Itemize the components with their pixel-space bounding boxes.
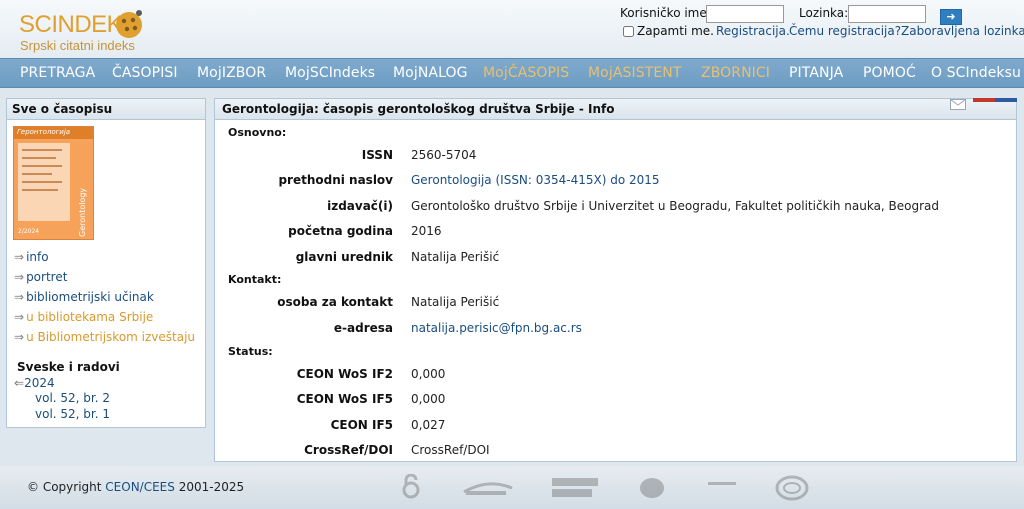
crosscheck-icon bbox=[552, 478, 598, 497]
value-ceon-if5: 0,027 bbox=[411, 418, 446, 432]
cover-line bbox=[22, 181, 62, 183]
cover-title: Геронтологија bbox=[17, 128, 71, 136]
register-link[interactable]: Registracija. bbox=[716, 24, 790, 38]
value-crossref: CrossRef/DOI bbox=[411, 443, 490, 457]
nav-pitanja[interactable]: PITANJA bbox=[789, 65, 843, 81]
nav-mojscindeks[interactable]: MojSCIndeks bbox=[285, 65, 375, 81]
value-start-year: 2016 bbox=[411, 224, 442, 238]
site-footer: © Copyright CEON/CEES 2001-2025 bbox=[0, 466, 1024, 509]
elephant-icon bbox=[640, 478, 664, 498]
sidebar-link-libraries[interactable]: ⇒ u bibliotekama Srbije bbox=[14, 310, 153, 324]
value-editor: Natalija Perišić bbox=[411, 250, 500, 264]
value-wos-if2: 0,000 bbox=[411, 367, 446, 381]
journal-info-panel: Gerontologija: časopis gerontološkog dru… bbox=[214, 98, 1017, 462]
nav-casopisi[interactable]: ČASOPISI bbox=[112, 65, 178, 81]
copyright: © Copyright CEON/CEES 2001-2025 bbox=[27, 480, 245, 494]
nav-mojcasopis[interactable]: MojČASOPIS bbox=[483, 65, 569, 81]
volume-link[interactable]: vol. 52, br. 1 bbox=[35, 407, 110, 421]
login-button[interactable]: ➜ bbox=[940, 9, 962, 25]
arrow-right-icon: ⇒ bbox=[14, 310, 25, 324]
label-start-year: početna godina bbox=[288, 224, 393, 238]
arrow-right-icon: ⇒ bbox=[14, 330, 25, 344]
nav-pomoc[interactable]: POMOĆ bbox=[863, 65, 916, 81]
label-issn: ISSN bbox=[361, 148, 393, 162]
nav-zbornici[interactable]: ZBORNICI bbox=[701, 65, 770, 81]
main-nav: PRETRAGA ČASOPISI MojIZBOR MojSCIndeks M… bbox=[0, 58, 1024, 88]
section-basic: Osnovno: bbox=[228, 126, 287, 139]
value-wos-if5: 0,000 bbox=[411, 392, 446, 406]
issues-heading: Sveske i radovi bbox=[17, 360, 120, 374]
label-prev-title: prethodni naslov bbox=[278, 173, 393, 187]
arrow-right-icon: ⇒ bbox=[14, 290, 25, 304]
cover-line bbox=[22, 157, 56, 159]
label-publisher: izdavač(i) bbox=[327, 199, 393, 213]
cover-issue: 2/2024 bbox=[18, 228, 40, 235]
cobiss-icon bbox=[708, 482, 736, 485]
site-header: SCINDEKS Srpski citatni indeks Korisničk… bbox=[0, 0, 1024, 58]
volume-link[interactable]: vol. 52, br. 2 bbox=[35, 391, 110, 405]
nav-mojnalog[interactable]: MojNALOG bbox=[393, 65, 468, 81]
label-ceon-if5: CEON IF5 bbox=[330, 418, 393, 432]
sidebar-title: Sve o časopisu bbox=[7, 99, 205, 120]
password-label: Lozinka: bbox=[799, 6, 849, 20]
password-input[interactable] bbox=[848, 5, 926, 23]
nav-o-scindeksu[interactable]: O SCIndeksu bbox=[931, 65, 1021, 81]
username-input[interactable] bbox=[706, 5, 784, 23]
year-2024-toggle[interactable]: ⇐2024 bbox=[14, 376, 55, 390]
journal-cover[interactable]: Геронтологија Gerontology 2/2024 bbox=[13, 126, 94, 240]
open-access-icon bbox=[402, 474, 420, 499]
nav-mojasistent[interactable]: MojASISTENT bbox=[588, 65, 682, 81]
label-editor: glavni urednik bbox=[295, 250, 393, 264]
username-label: Korisničko ime: bbox=[620, 6, 711, 20]
arrow-right-icon: ⇒ bbox=[14, 270, 25, 284]
value-issn: 2560-5704 bbox=[411, 148, 477, 162]
remember-me[interactable]: Zapamti me. bbox=[623, 24, 714, 38]
forgot-password-link[interactable]: Zaboravljena lozinka! bbox=[901, 24, 1024, 38]
cover-line bbox=[22, 165, 62, 167]
sidebar-link-report[interactable]: ⇒ u Bibliometrijskom izveštaju bbox=[14, 330, 195, 344]
arrow-left-icon: ⇐ bbox=[14, 376, 25, 390]
cover-vertical-title: Gerontology bbox=[78, 187, 87, 237]
language-flags-icon[interactable] bbox=[973, 98, 1017, 102]
ceon-link[interactable]: CEON/CEES bbox=[105, 480, 175, 494]
ladybug-icon bbox=[116, 10, 142, 38]
arrow-right-icon: ⇒ bbox=[14, 250, 25, 264]
nav-pretraga[interactable]: PRETRAGA bbox=[20, 65, 95, 81]
label-contact-person: osoba za kontakt bbox=[277, 295, 393, 309]
page-title: Gerontologija: časopis gerontološkog dru… bbox=[215, 99, 1016, 120]
remember-checkbox[interactable] bbox=[623, 25, 634, 37]
crossref-icon bbox=[463, 482, 513, 495]
journal-sidebar: Sve o časopisu Геронтологија Gerontology… bbox=[6, 98, 206, 428]
site-tagline: Srpski citatni indeks bbox=[20, 38, 135, 53]
envelope-icon[interactable] bbox=[950, 99, 966, 110]
sidebar-link-bibliometric[interactable]: ⇒ bibliometrijski učinak bbox=[14, 290, 154, 304]
label-crossref: CrossRef/DOI bbox=[304, 443, 393, 457]
why-register-link[interactable]: Čemu registracija? bbox=[789, 24, 901, 38]
cover-line bbox=[22, 173, 52, 175]
cover-contents bbox=[18, 143, 70, 221]
section-status: Status: bbox=[228, 345, 273, 358]
sidebar-link-info[interactable]: ⇒ info bbox=[14, 250, 49, 264]
sidebar-link-portret[interactable]: ⇒ portret bbox=[14, 270, 67, 284]
cover-line bbox=[22, 189, 58, 191]
value-email[interactable]: natalija.perisic@fpn.bg.ac.rs bbox=[411, 321, 582, 335]
arrow-right-icon: ➜ bbox=[946, 10, 956, 23]
cover-line bbox=[22, 149, 62, 151]
label-wos-if2: CEON WoS IF2 bbox=[296, 367, 393, 381]
section-contact: Kontakt: bbox=[228, 273, 282, 286]
value-contact-person: Natalija Perišić bbox=[411, 295, 500, 309]
label-email: e-adresa bbox=[333, 321, 393, 335]
ceon-logo-icon bbox=[775, 475, 809, 501]
nav-mojizbor[interactable]: MojIZBOR bbox=[197, 65, 266, 81]
label-wos-if5: CEON WoS IF5 bbox=[296, 392, 393, 406]
value-prev-title[interactable]: Gerontologija (ISSN: 0354-415X) do 2015 bbox=[411, 173, 660, 187]
value-publisher: Gerontološko društvo Srbije i Univerzite… bbox=[411, 199, 940, 213]
remember-label: Zapamti me. bbox=[637, 24, 714, 38]
